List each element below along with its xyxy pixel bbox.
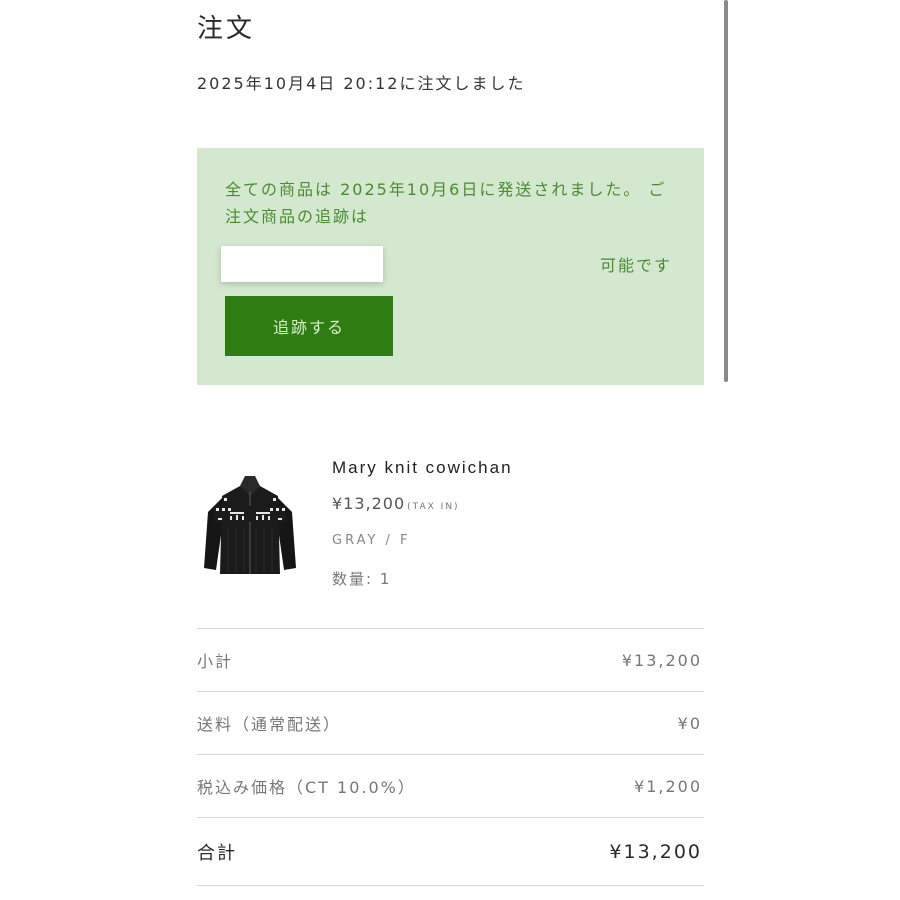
black-knit-cardigan-thumbnail-icon (204, 476, 296, 574)
order-date: 2025年10月4日 20:12に注文しました (197, 74, 526, 93)
page-title: 注文 (197, 14, 256, 44)
subtotal-value: ¥13,200 (621, 650, 702, 670)
scrollbar[interactable] (724, 0, 728, 382)
shipping-value: ¥0 (677, 713, 702, 733)
subtotal-label: 小計 (197, 652, 234, 671)
order-page: 注文 2025年10月4日 20:12に注文しました 全ての商品は 2025年1… (0, 0, 900, 900)
tax-value: ¥1,200 (634, 776, 702, 796)
product-variant: GRAY / F (332, 533, 411, 548)
shipping-notice-message: 全ての商品は 2025年10月6日に発送されました。 ご注文商品の追跡は (225, 180, 667, 226)
order-summary: 小計 ¥13,200 送料（通常配送） ¥0 税込み価格（CT 10.0%） ¥… (197, 628, 704, 886)
tracking-possible-text: 可能です (599, 256, 672, 275)
shipping-label: 送料（通常配送） (197, 715, 342, 734)
product-price: ¥13,200 (TAX IN) (332, 494, 460, 513)
summary-row-total: 合計 ¥13,200 (197, 817, 704, 885)
product-name[interactable]: Mary knit cowichan (332, 458, 513, 478)
tax-label: 税込み価格（CT 10.0%） (197, 778, 416, 797)
total-value: ¥13,200 (609, 840, 702, 863)
product-image[interactable] (200, 468, 300, 578)
summary-row-subtotal: 小計 ¥13,200 (197, 628, 704, 691)
total-label: 合計 (197, 842, 237, 864)
tracking-number-field[interactable] (221, 246, 383, 282)
summary-divider (197, 885, 704, 886)
shipping-notice: 全ての商品は 2025年10月6日に発送されました。 ご注文商品の追跡は 可能で… (197, 148, 704, 385)
summary-row-tax: 税込み価格（CT 10.0%） ¥1,200 (197, 754, 704, 817)
tax-included-note: (TAX IN) (407, 502, 460, 512)
product-quantity: 数量: 1 (332, 570, 392, 588)
summary-row-shipping: 送料（通常配送） ¥0 (197, 691, 704, 754)
track-button[interactable]: 追跡する (225, 296, 393, 356)
product-price-value: ¥13,200 (332, 494, 406, 513)
